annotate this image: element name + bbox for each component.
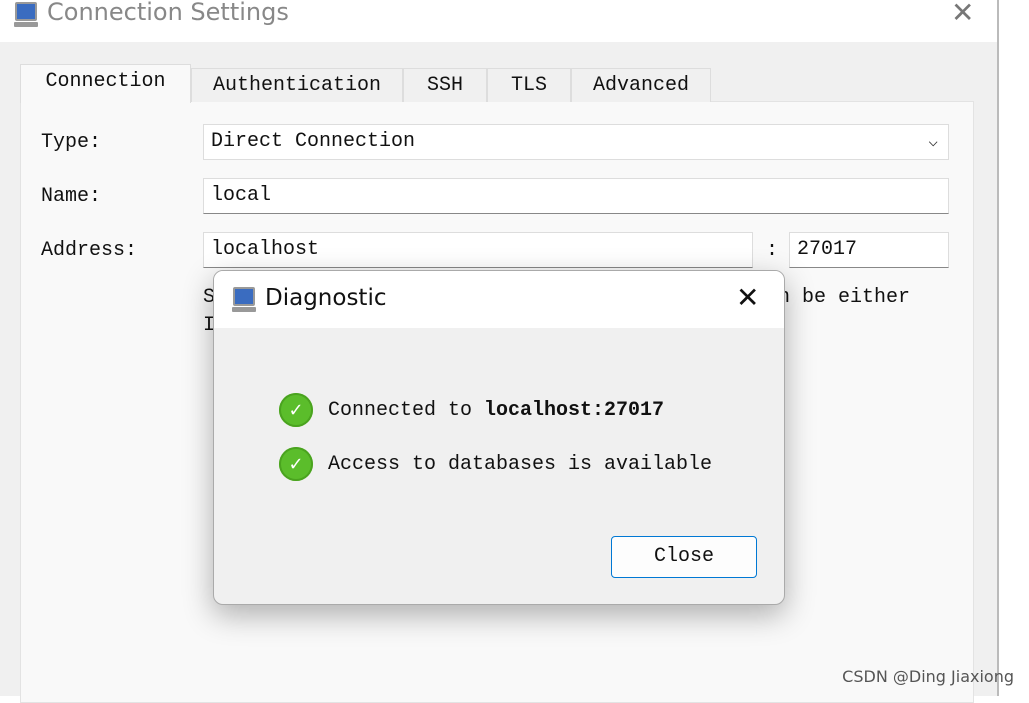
diagnostic-message: ✓ Access to databases is available bbox=[279, 447, 712, 481]
address-label: Address: bbox=[41, 239, 138, 262]
message-text: Access to databases is available bbox=[328, 452, 713, 476]
close-icon[interactable]: ✕ bbox=[736, 281, 759, 314]
tab-connection[interactable]: Connection bbox=[20, 64, 191, 103]
tab-tls[interactable]: TLS bbox=[487, 68, 571, 102]
type-value: Direct Connection bbox=[211, 130, 416, 153]
name-label: Name: bbox=[41, 185, 102, 208]
port-input[interactable]: 27017 bbox=[789, 232, 949, 268]
watermark: CSDN @Ding Jiaxiong bbox=[842, 667, 1014, 686]
close-button[interactable]: Close bbox=[611, 536, 757, 578]
check-circle-icon: ✓ bbox=[279, 393, 313, 427]
type-select[interactable]: Direct Connection ⌵ bbox=[203, 124, 949, 160]
hint-text-end: n be either bbox=[778, 286, 911, 309]
title-bar: Connection Settings ✕ bbox=[0, 0, 997, 42]
port-separator: : bbox=[766, 239, 779, 262]
diagnostic-message: ✓ Connected to localhost:27017 bbox=[279, 393, 664, 427]
diagnostic-dialog: Diagnostic ✕ ✓ Connected to localhost:27… bbox=[213, 270, 785, 605]
close-icon[interactable]: ✕ bbox=[951, 0, 974, 29]
message-host: localhost:27017 bbox=[484, 398, 665, 422]
tab-advanced[interactable]: Advanced bbox=[571, 68, 711, 102]
app-icon bbox=[14, 2, 38, 28]
check-circle-icon: ✓ bbox=[279, 447, 313, 481]
app-icon bbox=[232, 287, 256, 313]
chevron-down-icon: ⌵ bbox=[928, 133, 938, 151]
tab-authentication[interactable]: Authentication bbox=[191, 68, 403, 102]
window-title: Connection Settings bbox=[47, 0, 289, 26]
host-input[interactable]: localhost bbox=[203, 232, 753, 268]
tab-ssh[interactable]: SSH bbox=[403, 68, 487, 102]
name-input[interactable]: local bbox=[203, 178, 949, 214]
type-label: Type: bbox=[41, 131, 102, 154]
dialog-title: Diagnostic bbox=[265, 285, 387, 311]
message-text: Connected to bbox=[328, 398, 485, 422]
dialog-title-bar: Diagnostic ✕ bbox=[214, 271, 784, 328]
